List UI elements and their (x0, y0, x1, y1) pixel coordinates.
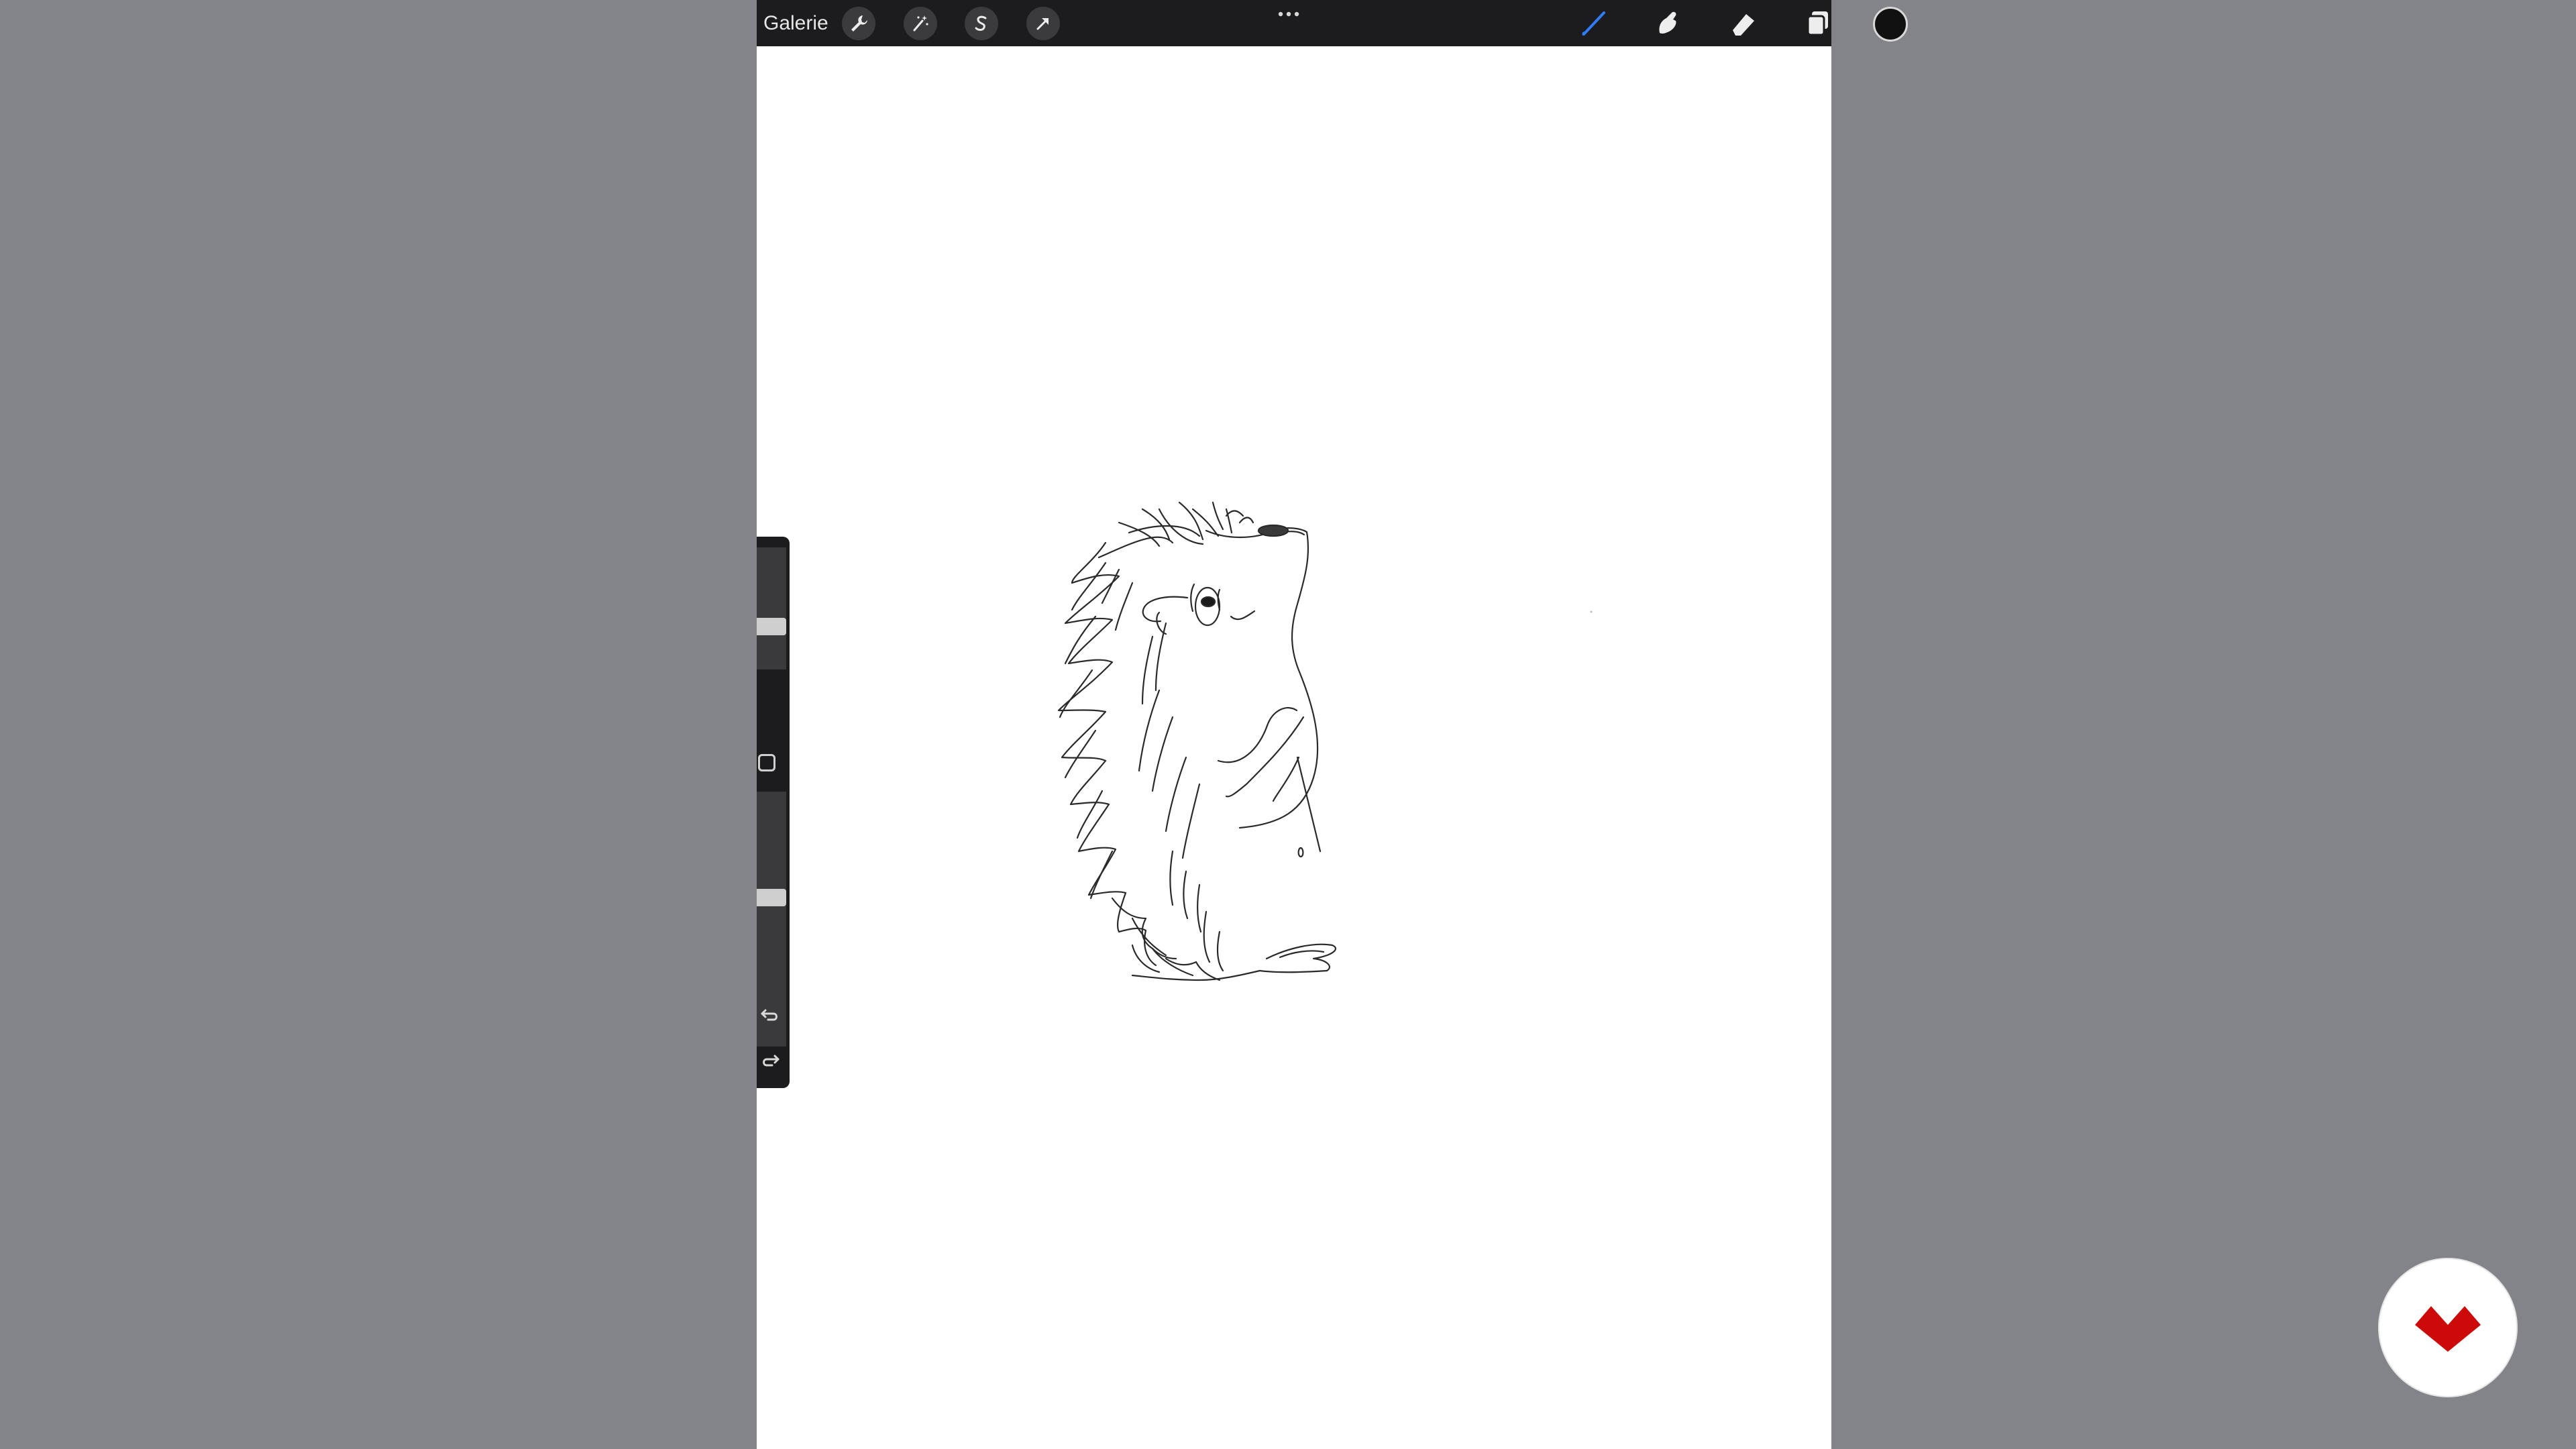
side-toolbar (757, 537, 790, 1088)
procreate-screen: Galerie (757, 0, 1908, 1449)
wrench-icon[interactable] (842, 7, 875, 40)
ellipsis-icon[interactable] (1272, 4, 1305, 24)
color-swatch[interactable] (1873, 7, 1908, 42)
opacity-thumb[interactable] (757, 889, 786, 907)
s-selection-icon[interactable] (965, 7, 998, 40)
gallery-button[interactable]: Galerie (763, 0, 828, 46)
drawing-canvas[interactable] (757, 46, 1831, 1449)
eraser-icon[interactable] (1724, 5, 1762, 40)
undo-icon[interactable] (757, 1001, 784, 1028)
top-toolbar: Galerie (757, 0, 1908, 46)
arrow-transform-icon[interactable] (1026, 7, 1060, 40)
brand-logo-icon (2415, 1306, 2481, 1352)
hedgehog-sketch (1057, 501, 1593, 981)
brush-icon[interactable] (1575, 5, 1613, 40)
redo-icon[interactable] (757, 1046, 784, 1073)
square-modify-icon[interactable] (758, 754, 775, 771)
layers-icon[interactable] (1799, 5, 1837, 40)
brush-size-thumb[interactable] (757, 617, 786, 635)
smudge-icon[interactable] (1650, 5, 1687, 40)
brush-size-slider[interactable] (757, 547, 786, 669)
magic-wand-icon[interactable] (904, 7, 937, 40)
brand-logo-button[interactable] (2379, 1259, 2516, 1396)
